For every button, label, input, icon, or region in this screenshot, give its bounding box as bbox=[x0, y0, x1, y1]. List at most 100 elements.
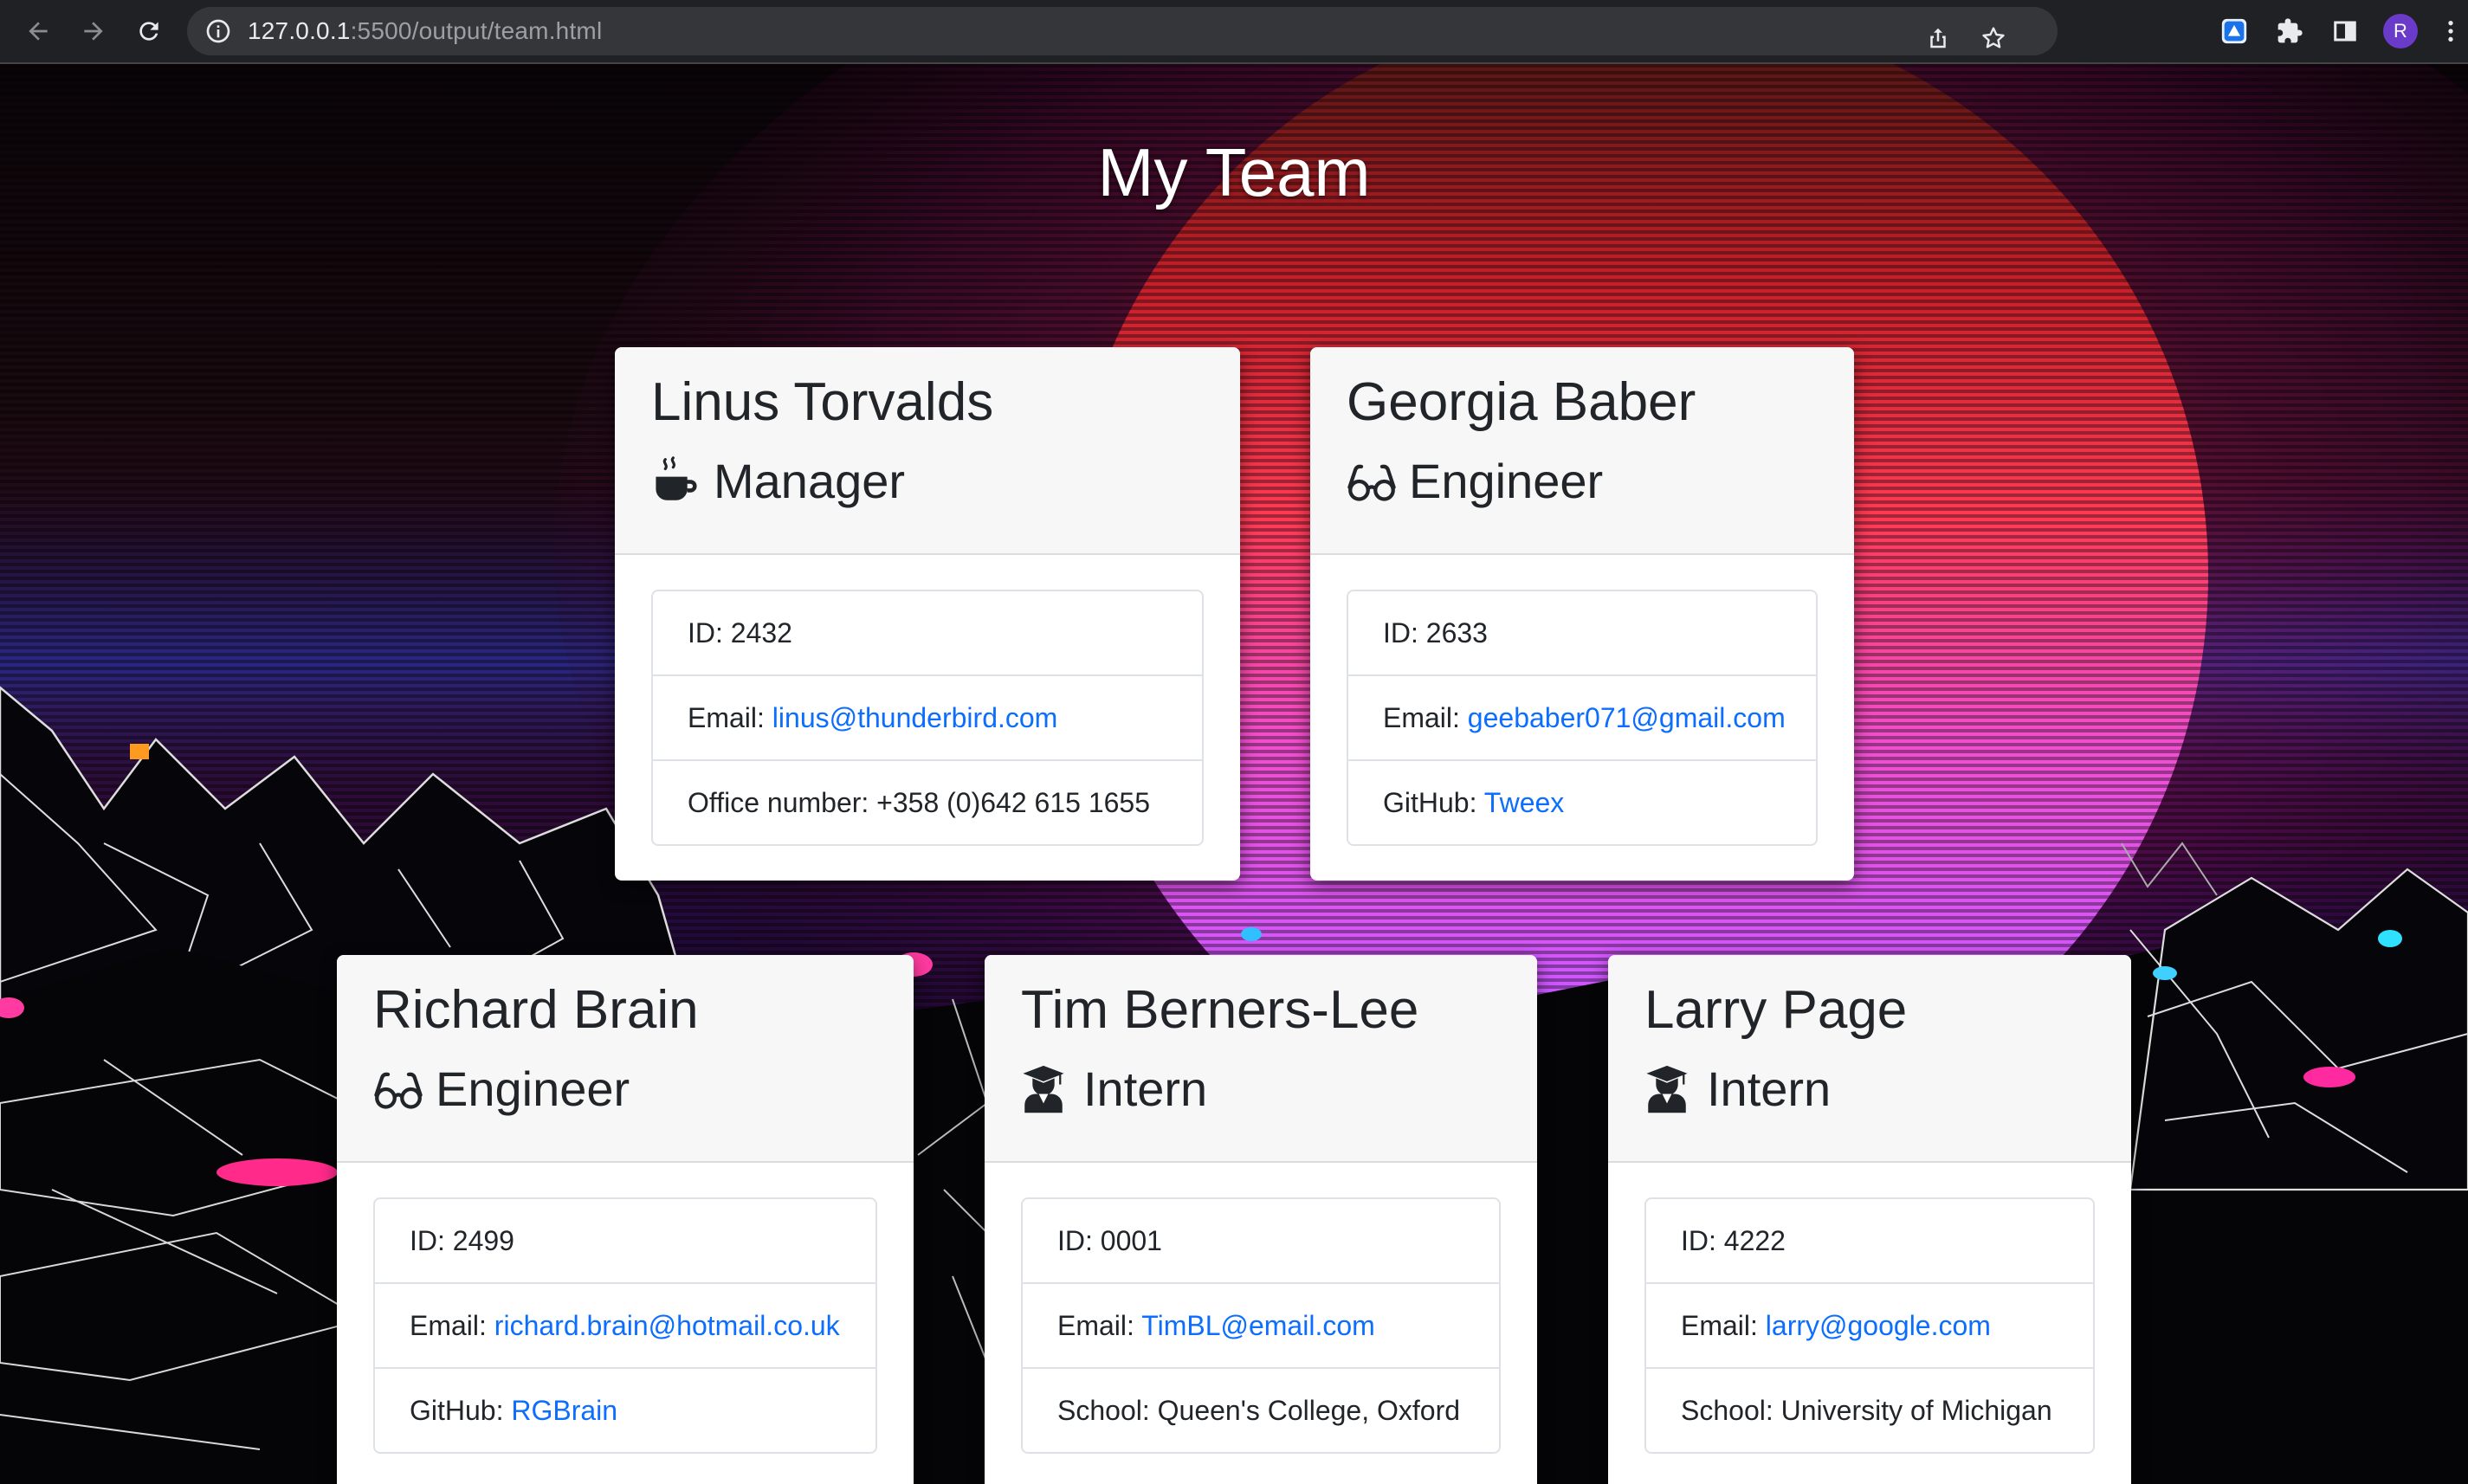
team-member-card: Larry Page Intern ID: 4222 Email: larry@… bbox=[1608, 955, 2131, 1484]
forward-button[interactable] bbox=[74, 12, 113, 50]
email-label: Email: bbox=[1681, 1310, 1758, 1341]
github-label: GitHub: bbox=[1383, 787, 1477, 818]
detail-list: ID: 2499 Email: richard.brain@hotmail.co… bbox=[373, 1197, 877, 1454]
id-value: 2432 bbox=[730, 617, 792, 648]
profile-avatar[interactable]: R bbox=[2383, 14, 2418, 48]
employee-role: Engineer bbox=[373, 1059, 879, 1119]
github-link[interactable]: Tweex bbox=[1484, 787, 1564, 818]
id-label: ID: bbox=[1681, 1225, 1716, 1256]
team-member-card: Richard Brain Engineer ID: 2499 Email: r… bbox=[337, 955, 914, 1484]
employee-role: Intern bbox=[1644, 1059, 2097, 1119]
employee-name: Larry Page bbox=[1644, 980, 1908, 1040]
forward-arrow-icon bbox=[84, 22, 103, 41]
team-member-card: Linus Torvalds Manager ID: 2432 Email: l… bbox=[615, 347, 1240, 881]
url-path: :5500/output/team.html bbox=[350, 17, 603, 44]
card-body: ID: 4222 Email: larry@google.com School:… bbox=[1608, 1163, 2131, 1484]
address-bar[interactable]: 127.0.0.1:5500/output/team.html bbox=[187, 7, 2058, 55]
id-row: ID: 4222 bbox=[1646, 1199, 2093, 1284]
browser-toolbar: 127.0.0.1:5500/output/team.html R bbox=[0, 0, 2468, 62]
page-title: My Team bbox=[1097, 134, 1371, 210]
reload-button[interactable] bbox=[130, 12, 168, 50]
employee-name: Tim Berners-Lee bbox=[1021, 980, 1419, 1040]
email-row: Email: richard.brain@hotmail.co.uk bbox=[375, 1284, 875, 1369]
card-header: Linus Torvalds Manager bbox=[615, 347, 1240, 555]
id-row: ID: 2633 bbox=[1348, 591, 1816, 676]
employee-name: Georgia Baber bbox=[1347, 372, 1696, 432]
back-arrow-icon bbox=[29, 22, 48, 41]
bookmark-button[interactable] bbox=[1974, 19, 2013, 57]
reload-icon bbox=[139, 22, 158, 41]
office-number-value: +358 (0)642 615 1655 bbox=[876, 787, 1150, 818]
detail-list: ID: 4222 Email: larry@google.com School:… bbox=[1644, 1197, 2095, 1454]
email-link[interactable]: richard.brain@hotmail.co.uk bbox=[494, 1310, 840, 1341]
school-value: Queen's College, Oxford bbox=[1157, 1395, 1461, 1426]
id-value: 2633 bbox=[1425, 617, 1488, 648]
email-row: Email: TimBL@email.com bbox=[1023, 1284, 1499, 1369]
role-label: Manager bbox=[714, 454, 906, 508]
id-label: ID: bbox=[1057, 1225, 1093, 1256]
browser-menu-button[interactable] bbox=[2432, 12, 2468, 50]
mug-icon bbox=[651, 456, 701, 506]
card-header: Tim Berners-Lee Intern bbox=[985, 955, 1537, 1163]
office-number-label: Office number: bbox=[688, 787, 869, 818]
email-row: Email: linus@thunderbird.com bbox=[653, 676, 1202, 761]
url-text: 127.0.0.1:5500/output/team.html bbox=[248, 7, 602, 55]
graduate-icon bbox=[1021, 1064, 1071, 1114]
github-row: GitHub: Tweex bbox=[1348, 761, 1816, 844]
detail-list: ID: 2432 Email: linus@thunderbird.com Of… bbox=[651, 590, 1204, 846]
id-value: 2499 bbox=[452, 1225, 514, 1256]
team-member-card: Tim Berners-Lee Intern ID: 0001 Email: T… bbox=[985, 955, 1537, 1484]
employee-role: Intern bbox=[1021, 1059, 1502, 1119]
puzzle-icon bbox=[2277, 18, 2303, 43]
id-value: 0001 bbox=[1100, 1225, 1162, 1256]
email-label: Email: bbox=[1057, 1310, 1134, 1341]
github-link[interactable]: RGBrain bbox=[511, 1395, 617, 1426]
id-value: 4222 bbox=[1723, 1225, 1786, 1256]
employee-role: Engineer bbox=[1347, 451, 1819, 512]
employee-name: Linus Torvalds bbox=[651, 372, 994, 432]
side-panel-icon bbox=[2334, 21, 2356, 42]
card-header: Larry Page Intern bbox=[1608, 955, 2131, 1163]
side-panel-button[interactable] bbox=[2326, 12, 2364, 50]
share-button[interactable] bbox=[1919, 19, 1957, 57]
email-row: Email: geebaber071@gmail.com bbox=[1348, 676, 1816, 761]
role-label: Intern bbox=[1707, 1061, 1832, 1116]
email-link[interactable]: geebaber071@gmail.com bbox=[1468, 702, 1786, 733]
email-link[interactable]: larry@google.com bbox=[1766, 1310, 1991, 1341]
email-label: Email: bbox=[1383, 702, 1460, 733]
back-button[interactable] bbox=[19, 12, 57, 50]
id-label: ID: bbox=[688, 617, 723, 648]
school-label: School: bbox=[1681, 1395, 1773, 1426]
card-body: ID: 2499 Email: richard.brain@hotmail.co… bbox=[337, 1163, 914, 1484]
page-content: My Team Linus Torvalds Manager ID: 2432 … bbox=[0, 64, 2468, 1484]
share-icon bbox=[1930, 28, 1946, 48]
url-host: 127.0.0.1 bbox=[248, 17, 351, 44]
email-row: Email: larry@google.com bbox=[1646, 1284, 2093, 1369]
site-info-icon[interactable] bbox=[204, 17, 232, 49]
card-body: ID: 2432 Email: linus@thunderbird.com Of… bbox=[615, 555, 1240, 881]
glasses-icon bbox=[1347, 456, 1397, 506]
extension-button[interactable] bbox=[2215, 12, 2253, 50]
extension-app-icon bbox=[2221, 18, 2247, 44]
glasses-icon bbox=[373, 1064, 423, 1114]
id-row: ID: 2432 bbox=[653, 591, 1202, 676]
email-link[interactable]: TimBL@email.com bbox=[1141, 1310, 1375, 1341]
detail-list: ID: 0001 Email: TimBL@email.com School: … bbox=[1021, 1197, 1501, 1454]
team-member-card: Georgia Baber Engineer ID: 2633 Email: g… bbox=[1310, 347, 1854, 881]
email-label: Email: bbox=[410, 1310, 487, 1341]
extensions-menu-button[interactable] bbox=[2271, 12, 2309, 50]
id-row: ID: 0001 bbox=[1023, 1199, 1499, 1284]
role-label: Intern bbox=[1083, 1061, 1208, 1116]
id-row: ID: 2499 bbox=[375, 1199, 875, 1284]
employee-role: Manager bbox=[651, 451, 1205, 512]
card-header: Georgia Baber Engineer bbox=[1310, 347, 1854, 555]
email-link[interactable]: linus@thunderbird.com bbox=[772, 702, 1058, 733]
school-label: School: bbox=[1057, 1395, 1150, 1426]
graduate-icon bbox=[1644, 1064, 1695, 1114]
employee-name: Richard Brain bbox=[373, 980, 699, 1040]
card-body: ID: 0001 Email: TimBL@email.com School: … bbox=[985, 1163, 1537, 1484]
email-label: Email: bbox=[688, 702, 765, 733]
detail-list: ID: 2633 Email: geebaber071@gmail.com Gi… bbox=[1347, 590, 1818, 846]
school-value: University of Michigan bbox=[1780, 1395, 2052, 1426]
star-icon bbox=[1982, 27, 2005, 48]
